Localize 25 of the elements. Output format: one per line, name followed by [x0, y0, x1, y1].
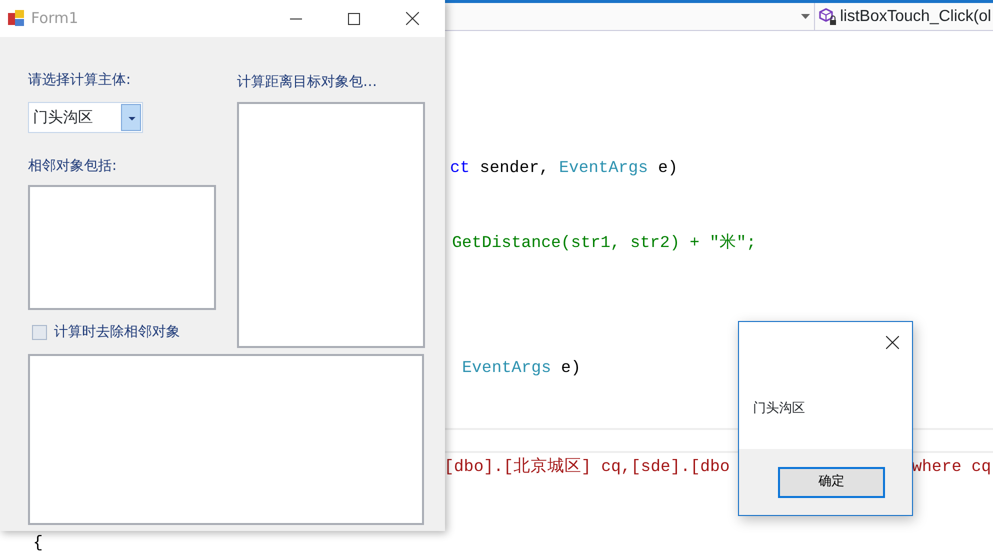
close-icon [406, 12, 418, 25]
code-line: { [33, 532, 43, 554]
dropdown-arrow-icon [801, 14, 810, 19]
code-line: [dbo].[北京城区] cq,[sde].[dbo [444, 456, 730, 478]
checkbox-label: 计算时去除相邻对象 [54, 323, 180, 342]
method-icon [819, 8, 837, 26]
field-label: 计算距离目标对象包… [237, 73, 378, 92]
ok-button[interactable]: 确定 [778, 466, 885, 498]
code-line: ct sender, EventArgs e) [450, 157, 678, 179]
window-title: Form1 [31, 8, 78, 30]
field-label: 相邻对象包括: [28, 157, 118, 176]
result-textbox[interactable] [28, 354, 424, 525]
code-line: GetDistance(str1, str2) + "米"; [452, 232, 756, 254]
subject-combo[interactable]: 门头沟区 [28, 102, 143, 133]
code-line: EventArgs e) [462, 357, 581, 379]
close-icon [886, 336, 898, 348]
field-label: 请选择计算主体: [28, 71, 132, 90]
adjacent-list[interactable] [28, 185, 216, 310]
message-text: 门头沟区 [753, 400, 806, 418]
target-list[interactable] [237, 102, 425, 348]
member-dropdown[interactable]: listBoxTouch_Click(ol [815, 3, 992, 30]
code-line: where cq [912, 456, 992, 478]
app-icon [8, 10, 25, 27]
maximize-icon [348, 12, 360, 24]
checkbox[interactable] [32, 325, 47, 340]
